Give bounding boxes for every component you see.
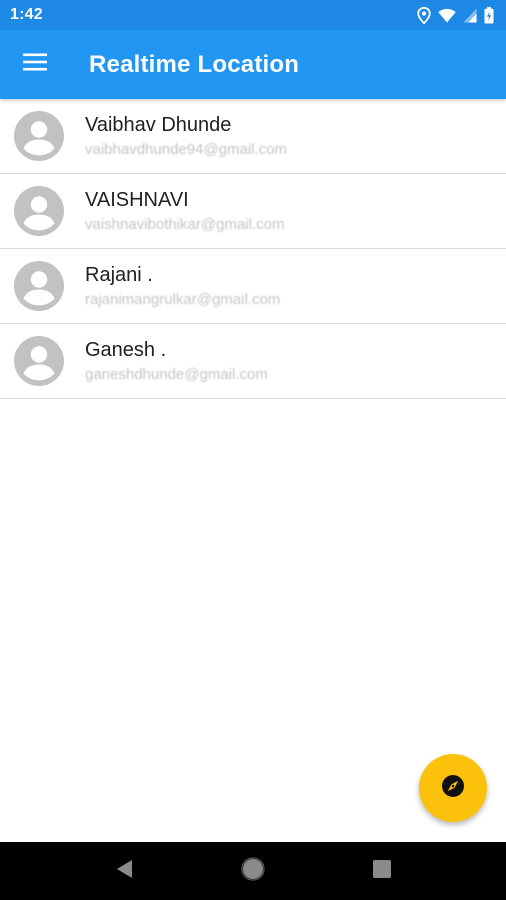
hamburger-menu-icon	[23, 53, 47, 76]
contact-list: Vaibhav Dhunde vaibhavdhunde94@gmail.com…	[0, 99, 506, 399]
contact-name: Vaibhav Dhunde	[85, 114, 232, 136]
back-button[interactable]	[104, 851, 144, 891]
compass-fab-button[interactable]	[419, 754, 487, 822]
status-bar: 1:42	[0, 0, 506, 30]
signal-icon	[463, 8, 477, 23]
recents-button[interactable]	[362, 851, 402, 891]
navigation-bar	[0, 842, 506, 900]
app-screen: 1:42 Realtime Location Vaibhav Dhunde va…	[0, 0, 506, 900]
contact-name: VAISHNAVI	[85, 189, 189, 211]
app-bar: Realtime Location	[0, 30, 506, 99]
menu-button[interactable]	[0, 30, 70, 99]
status-time: 1:42	[10, 6, 43, 23]
avatar-placeholder-icon	[14, 111, 64, 161]
avatar-placeholder-icon	[14, 186, 64, 236]
contact-email: vaishnavibothikar@gmail.com	[85, 216, 285, 233]
location-icon	[417, 6, 431, 24]
compass-icon	[441, 774, 465, 803]
contact-list-item[interactable]: VAISHNAVI vaishnavibothikar@gmail.com	[0, 174, 506, 249]
contact-email: ganeshdhunde@gmail.com	[85, 366, 268, 383]
recents-icon	[372, 859, 392, 884]
contact-list-item[interactable]: Ganesh . ganeshdhunde@gmail.com	[0, 324, 506, 399]
wifi-icon	[438, 8, 456, 23]
app-title: Realtime Location	[89, 50, 300, 78]
status-icons	[417, 6, 494, 24]
avatar-placeholder-icon	[14, 336, 64, 386]
contact-email: rajanimangrulkar@gmail.com	[85, 291, 281, 308]
home-button[interactable]	[233, 851, 273, 891]
home-icon	[241, 856, 265, 886]
battery-icon	[484, 6, 494, 24]
avatar-placeholder-icon	[14, 261, 64, 311]
contact-name: Ganesh .	[85, 339, 167, 361]
back-icon	[115, 859, 133, 884]
contact-list-item[interactable]: Vaibhav Dhunde vaibhavdhunde94@gmail.com	[0, 99, 506, 174]
contact-list-item[interactable]: Rajani . rajanimangrulkar@gmail.com	[0, 249, 506, 324]
contact-name: Rajani .	[85, 264, 153, 286]
contact-email: vaibhavdhunde94@gmail.com	[85, 141, 288, 158]
